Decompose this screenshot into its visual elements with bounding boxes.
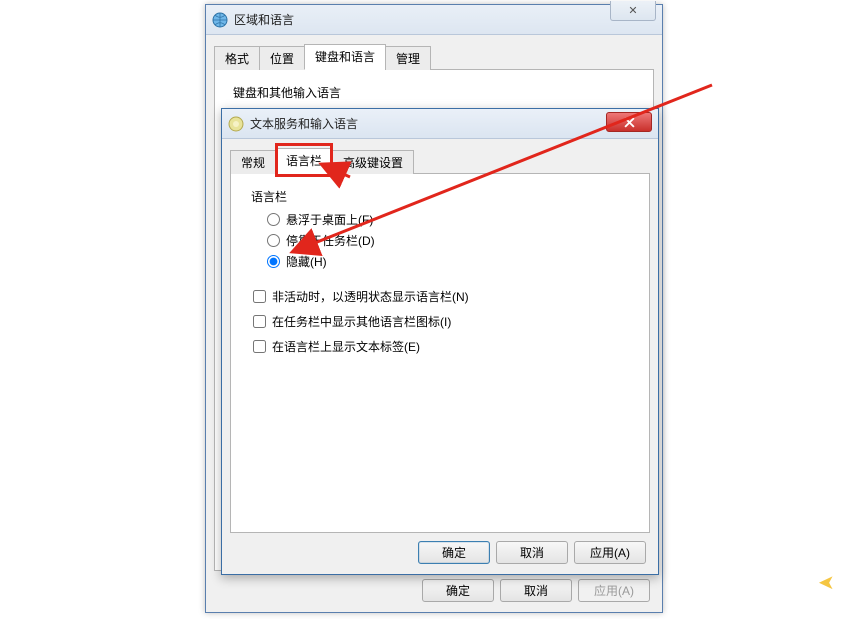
parent-apply-button: 应用(A) [578, 579, 650, 602]
radio-hidden-input[interactable] [267, 255, 280, 268]
child-title: 文本服务和输入语言 [250, 115, 358, 132]
parent-titlebar: 区域和语言 ✕ [206, 5, 662, 35]
tab-langbar[interactable]: 语言栏 [275, 148, 333, 174]
child-cancel-button[interactable]: 取消 [496, 541, 568, 564]
parent-group-label: 键盘和其他输入语言 [233, 84, 635, 101]
child-apply-button[interactable]: 应用(A) [574, 541, 646, 564]
tab-admin[interactable]: 管理 [385, 46, 431, 70]
tab-general[interactable]: 常规 [230, 150, 276, 174]
radio-docked[interactable]: 停靠于任务栏(D) [267, 232, 631, 249]
check-taskbar-icons-label: 在任务栏中显示其他语言栏图标(I) [272, 313, 451, 330]
child-titlebar: 文本服务和输入语言 [222, 109, 658, 139]
radio-hidden[interactable]: 隐藏(H) [267, 253, 631, 270]
check-text-labels-input[interactable] [253, 340, 266, 353]
check-transparent[interactable]: 非活动时，以透明状态显示语言栏(N) [253, 288, 631, 305]
radio-docked-input[interactable] [267, 234, 280, 247]
tab-location[interactable]: 位置 [259, 46, 305, 70]
child-tabcontent: 语言栏 悬浮于桌面上(F) 停靠于任务栏(D) 隐藏(H) 非活动时，以透明状态… [230, 174, 650, 533]
check-text-labels[interactable]: 在语言栏上显示文本标签(E) [253, 338, 631, 355]
child-close-button[interactable] [606, 112, 652, 132]
tab-advanced[interactable]: 高级键设置 [332, 150, 414, 174]
langbar-group-label: 语言栏 [251, 188, 631, 205]
parent-buttons: 确定 取消 应用(A) [214, 571, 654, 604]
parent-tabs: 格式 位置 键盘和语言 管理 [214, 43, 654, 70]
check-text-labels-label: 在语言栏上显示文本标签(E) [272, 338, 420, 355]
check-taskbar-icons-input[interactable] [253, 315, 266, 328]
text-services-window: 文本服务和输入语言 常规 语言栏 高级键设置 语言栏 悬浮于桌面上(F) 停靠于… [221, 108, 659, 575]
check-taskbar-icons[interactable]: 在任务栏中显示其他语言栏图标(I) [253, 313, 631, 330]
parent-cancel-button[interactable]: 取消 [500, 579, 572, 602]
check-transparent-input[interactable] [253, 290, 266, 303]
check-transparent-label: 非活动时，以透明状态显示语言栏(N) [272, 288, 469, 305]
radio-float-label: 悬浮于桌面上(F) [286, 211, 373, 228]
radio-hidden-label: 隐藏(H) [286, 253, 327, 270]
globe-icon [212, 12, 228, 28]
cursor-icon: ➤ [818, 570, 835, 595]
tab-keyboards[interactable]: 键盘和语言 [304, 44, 386, 70]
parent-close-button[interactable]: ✕ [610, 1, 656, 21]
child-body: 常规 语言栏 高级键设置 语言栏 悬浮于桌面上(F) 停靠于任务栏(D) 隐藏(… [222, 139, 658, 574]
child-ok-button[interactable]: 确定 [418, 541, 490, 564]
parent-title: 区域和语言 [234, 11, 294, 28]
parent-ok-button[interactable]: 确定 [422, 579, 494, 602]
keyboard-icon [228, 116, 244, 132]
radio-float[interactable]: 悬浮于桌面上(F) [267, 211, 631, 228]
radio-docked-label: 停靠于任务栏(D) [286, 232, 375, 249]
child-buttons: 确定 取消 应用(A) [230, 533, 650, 566]
child-tabs: 常规 语言栏 高级键设置 [230, 147, 650, 174]
radio-float-input[interactable] [267, 213, 280, 226]
tab-format[interactable]: 格式 [214, 46, 260, 70]
